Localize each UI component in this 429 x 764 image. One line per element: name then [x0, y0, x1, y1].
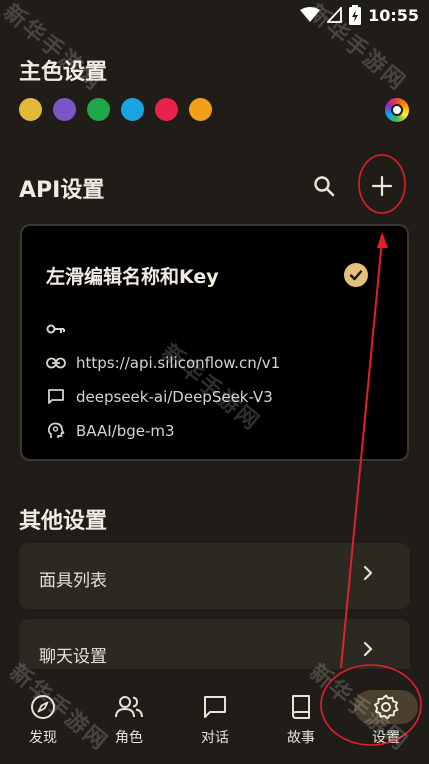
api-embed-row: BAAI/bge-m3 — [46, 421, 175, 441]
nav-item-chat[interactable]: 对话 — [172, 669, 258, 764]
color-swatch[interactable] — [121, 98, 144, 121]
color-swatch[interactable] — [87, 98, 110, 121]
api-embed-model: BAAI/bge-m3 — [76, 422, 175, 440]
color-swatch[interactable] — [53, 98, 76, 121]
color-swatch[interactable] — [189, 98, 212, 121]
nav-label: 角色 — [115, 730, 143, 746]
color-swatch[interactable] — [155, 98, 178, 121]
api-section-title: API设置 — [19, 178, 105, 203]
nav-label: 故事 — [287, 730, 315, 746]
nav-label: 对话 — [201, 730, 229, 746]
status-bar: 10:55 — [0, 0, 429, 30]
color-swatch[interactable] — [19, 98, 42, 121]
chevron-right-icon — [363, 641, 373, 657]
api-card-title: 左滑编辑名称和Key — [46, 266, 219, 288]
search-icon[interactable] — [310, 172, 338, 200]
chat-icon — [183, 690, 247, 724]
brain-head-icon — [46, 421, 66, 441]
chevron-right-icon — [363, 565, 373, 581]
palette-icon[interactable] — [385, 98, 409, 122]
chat-settings-label: 聊天设置 — [39, 647, 107, 667]
api-key-row — [46, 319, 76, 339]
mask-list-label: 面具列表 — [39, 571, 107, 591]
mask-list-item[interactable]: 面具列表 — [19, 543, 410, 609]
status-time: 10:55 — [368, 5, 419, 25]
people-icon — [97, 690, 161, 724]
nav-label: 发现 — [29, 730, 57, 746]
other-section-title: 其他设置 — [19, 509, 108, 534]
plus-icon — [371, 175, 393, 197]
add-api-button[interactable] — [366, 170, 398, 202]
theme-color-swatches — [19, 98, 212, 121]
message-icon — [46, 387, 66, 407]
selected-check-icon — [344, 263, 368, 287]
key-icon — [46, 319, 66, 339]
link-icon — [46, 353, 66, 373]
api-config-card[interactable]: 左滑编辑名称和Key https://api.siliconflow.cn/v1 — [20, 224, 409, 461]
